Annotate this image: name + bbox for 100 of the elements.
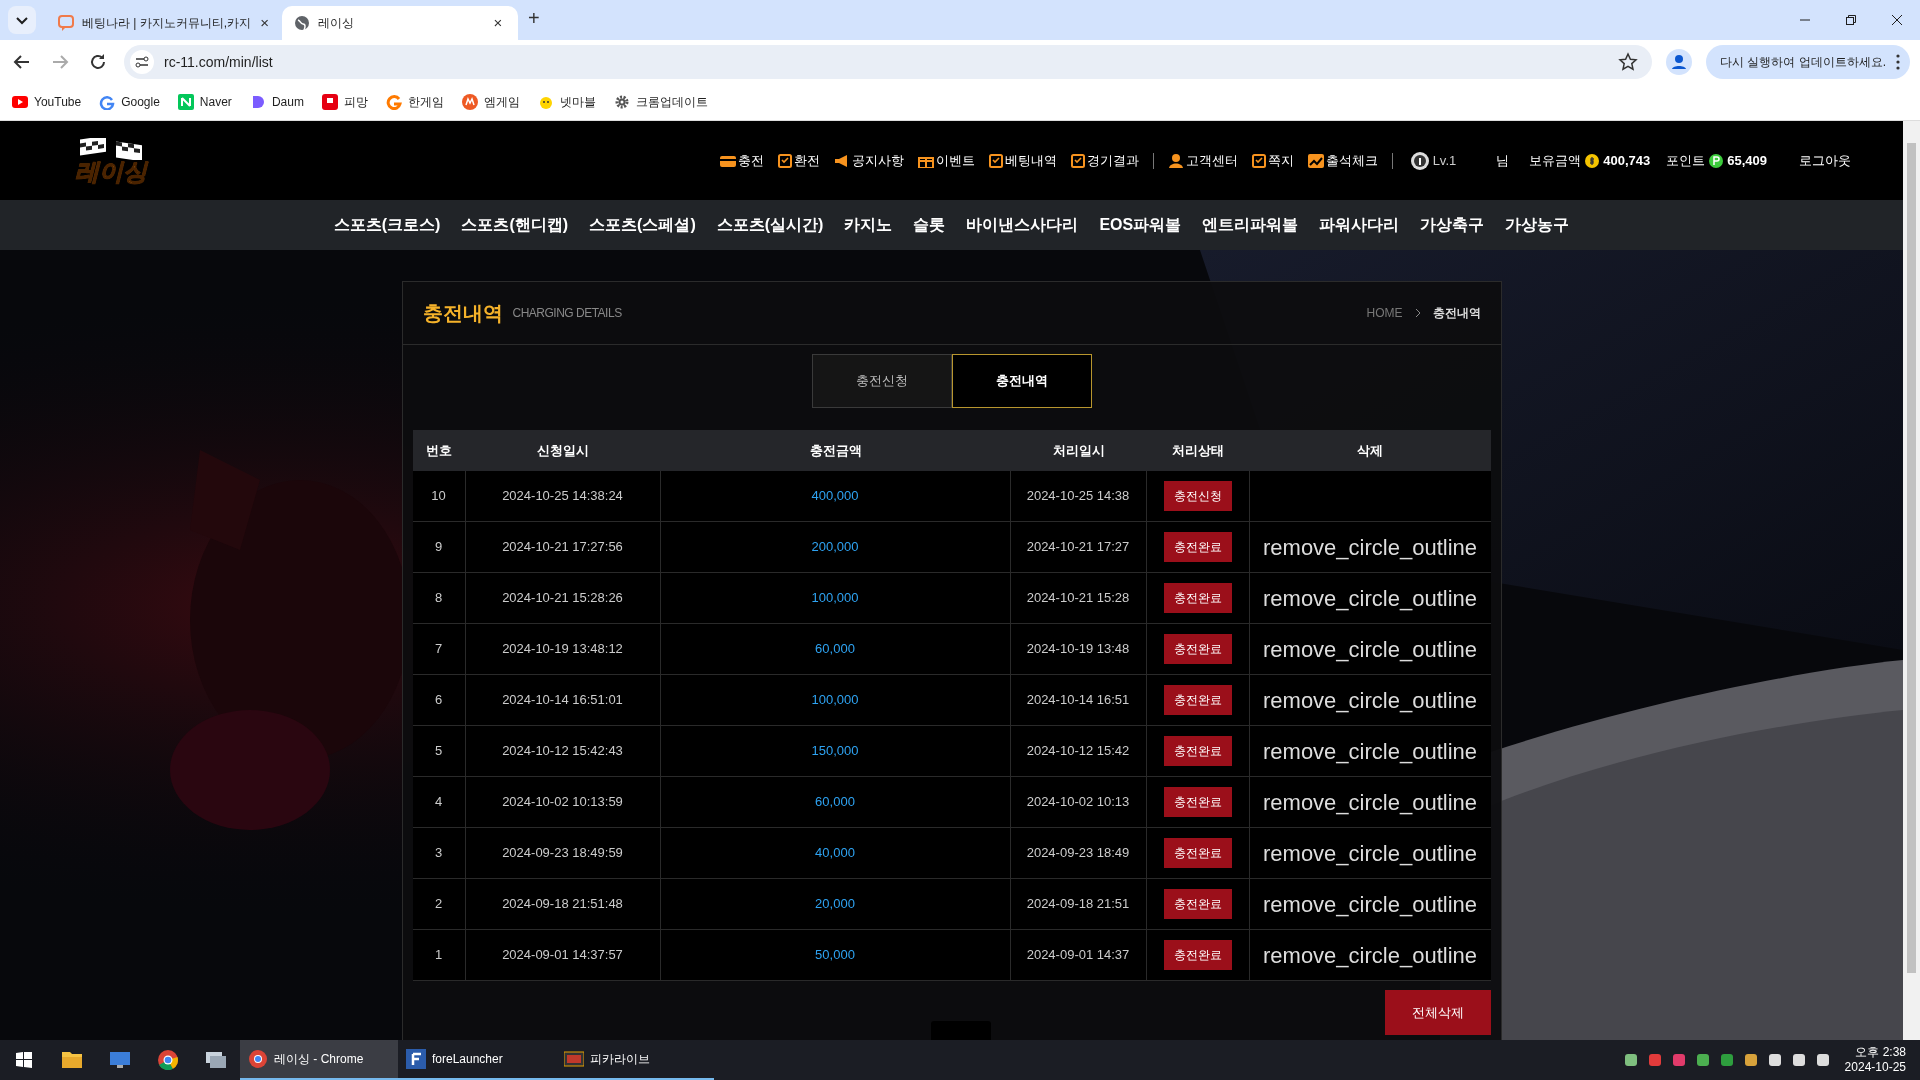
bookmark[interactable]: 크롬업데이트: [613, 93, 708, 111]
circle-icon: [461, 94, 478, 110]
delete-link[interactable]: remove_circle_outline: [1263, 683, 1477, 717]
menu-link[interactable]: 환전: [777, 150, 820, 171]
point-label: 포인트: [1666, 151, 1706, 170]
close-tab-button[interactable]: ×: [259, 11, 270, 35]
user-suffix: 님: [1496, 151, 1510, 170]
new-tab-button[interactable]: +: [528, 3, 540, 33]
nav-link[interactable]: 스포츠(핸디캡): [461, 213, 569, 237]
person-icon: [1167, 153, 1184, 168]
site-settings-icon: [130, 50, 154, 74]
megaphone-icon: [833, 153, 850, 168]
taskbar-app[interactable]: 레이싱 - Chrome: [240, 1040, 398, 1080]
bookmark[interactable]: YouTube: [12, 93, 82, 111]
delete-link[interactable]: remove_circle_outline: [1263, 887, 1477, 921]
status-badge: 충전완료: [1163, 940, 1232, 970]
delete-link[interactable]: remove_circle_outline: [1263, 734, 1477, 768]
nav-link[interactable]: 가상축구: [1420, 213, 1485, 237]
delete-link[interactable]: remove_circle_outline: [1263, 836, 1477, 870]
breadcrumb-link[interactable]: HOME: [1366, 304, 1403, 322]
bookmark[interactable]: Daum: [249, 93, 304, 111]
square-icon: [321, 94, 338, 110]
menu-link[interactable]: 베팅내역: [988, 150, 1057, 171]
card-icon: [719, 153, 736, 168]
bookmark[interactable]: 엠게임: [461, 93, 520, 111]
delete-link[interactable]: remove_circle_outline: [1263, 938, 1477, 972]
restore-icon: [1846, 15, 1856, 25]
menu-link[interactable]: 이벤트: [917, 150, 975, 171]
menu-link[interactable]: 고객센터: [1167, 150, 1238, 171]
nav-link[interactable]: 바이낸스사다리: [966, 213, 1079, 237]
table-cell: 2024-10-19 13:48:12: [465, 624, 661, 674]
f-letter-icon: [406, 1049, 426, 1069]
table-cell: 9: [412, 522, 466, 572]
table-cell: 2024-10-12 15:42:43: [465, 726, 661, 776]
column-header: 처리일시: [1051, 441, 1106, 460]
bookmark[interactable]: Google: [99, 93, 160, 111]
delete-link[interactable]: remove_circle_outline: [1263, 581, 1477, 615]
taskbar-app[interactable]: foreLauncher: [398, 1040, 556, 1080]
menu-link[interactable]: 충전: [719, 150, 764, 171]
balance-label: 보유금액: [1529, 151, 1582, 170]
status-badge: 충전완료: [1163, 532, 1232, 562]
status-badge: 충전완료: [1163, 787, 1232, 817]
menu-link[interactable]: 공지사항: [833, 150, 904, 171]
bookmark[interactable]: Naver: [177, 93, 232, 111]
clock-date: 2024-10-25: [1844, 1060, 1906, 1075]
table-cell: 2024-09-01 14:37:57: [465, 930, 661, 980]
table-cell: 2024-10-19 13:48: [1010, 624, 1147, 674]
table-cell: 100,000: [660, 675, 1011, 725]
bookmark[interactable]: 넷마블: [537, 93, 596, 111]
browser-tab[interactable]: 레이싱 ×: [282, 6, 518, 40]
table-cell: 100,000: [660, 573, 1011, 623]
column-header: 처리상태: [1171, 441, 1225, 460]
document-icon: [777, 153, 792, 168]
close-tab-button[interactable]: ×: [490, 11, 506, 35]
table-cell: 2024-10-25 14:38:24: [465, 471, 661, 521]
bookmark[interactable]: 한게임: [385, 93, 444, 111]
chat-icon: [58, 15, 74, 31]
chrome-icon: [248, 1049, 268, 1069]
taskbar-app[interactable]: 피카라이브: [556, 1040, 714, 1080]
browser-tab[interactable]: 베팅나라 | 카지노커뮤니티,카지 ×: [46, 6, 282, 40]
bookmark[interactable]: 피망: [321, 93, 368, 111]
table-cell: 2024-10-21 15:28:26: [465, 573, 661, 623]
nav-link[interactable]: 슬롯: [913, 213, 946, 237]
delete-link[interactable]: remove_circle_outline: [1263, 785, 1477, 819]
gear-icon: [613, 94, 630, 110]
nav-link[interactable]: 스포츠(크로스): [333, 213, 441, 237]
nav-link[interactable]: 스포츠(스페셜): [589, 213, 696, 237]
menu-link[interactable]: 출석체크: [1307, 150, 1378, 171]
table-cell: 2024-09-23 18:49: [1010, 828, 1147, 878]
nav-link[interactable]: 카지노: [844, 213, 893, 237]
nav-link[interactable]: 가상농구: [1505, 213, 1570, 237]
delete-link[interactable]: remove_circle_outline: [1263, 632, 1477, 666]
g-letter-icon: [385, 94, 402, 110]
scrollbar-thumb[interactable]: [1907, 143, 1916, 973]
logout-link[interactable]: 로그아웃: [1799, 150, 1851, 171]
menu-link[interactable]: 쪽지: [1251, 150, 1294, 171]
delete-all-button[interactable]: 전체삭제: [1384, 990, 1491, 1035]
tab[interactable]: 충전내역: [951, 354, 1092, 408]
table-cell: 200,000: [660, 522, 1011, 572]
status-badge: 충전완료: [1163, 889, 1232, 919]
table-cell: 7: [412, 624, 466, 674]
point-icon: [1709, 153, 1724, 168]
address-bar[interactable]: rc-11.com/min/list: [124, 45, 1652, 79]
url-text: rc-11.com/min/list: [164, 52, 274, 72]
tab[interactable]: 충전신청: [811, 354, 952, 408]
menu-link[interactable]: 경기결과: [1070, 150, 1139, 171]
more-icon: [1896, 54, 1900, 70]
scrollbar[interactable]: [1903, 121, 1920, 1040]
nav-link[interactable]: 파워사다리: [1319, 213, 1400, 237]
delete-link[interactable]: remove_circle_outline: [1263, 530, 1477, 564]
nav-link[interactable]: 스포츠(실시간): [716, 213, 824, 237]
nav-link[interactable]: 엔트리파워볼: [1202, 213, 1299, 237]
table-cell: 40,000: [660, 828, 1011, 878]
chrome-icon: [158, 1050, 178, 1070]
nav-link[interactable]: EOS파워볼: [1099, 213, 1182, 237]
table-cell: 2024-10-12 15:42: [1010, 726, 1147, 776]
table-cell: 2: [412, 879, 466, 929]
column-header: 충전금액: [808, 441, 863, 460]
table-cell: 8: [412, 573, 466, 623]
update-button[interactable]: 다시 실행하여 업데이트하세요.: [1706, 45, 1910, 79]
